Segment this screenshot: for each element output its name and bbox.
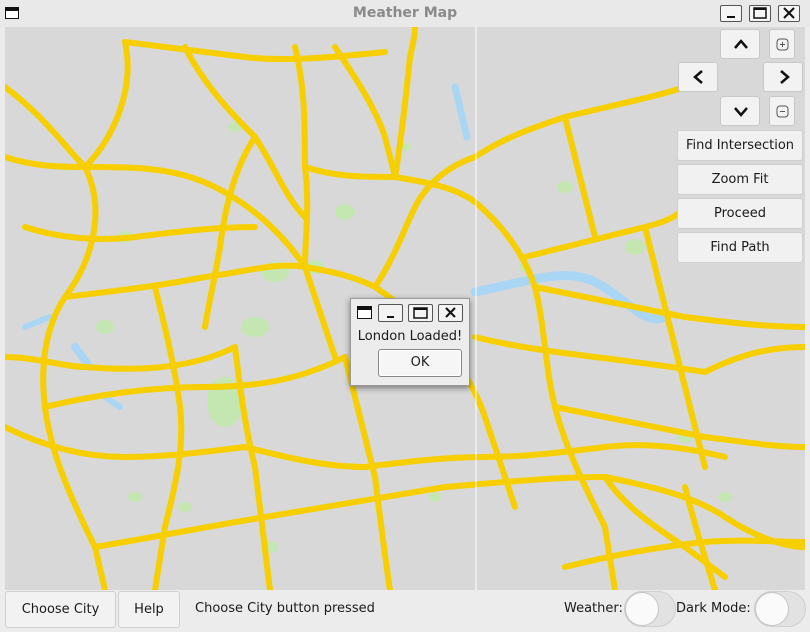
help-button[interactable]: Help (118, 591, 180, 628)
close-icon (445, 307, 456, 318)
find-path-button[interactable]: Find Path (677, 232, 803, 263)
chevron-down-icon (734, 107, 748, 117)
zoom-in-button[interactable] (769, 29, 795, 59)
pan-down-button[interactable] (720, 96, 760, 126)
pan-up-button[interactable] (720, 29, 760, 59)
dark-mode-label: Dark Mode: (676, 601, 751, 616)
maximize-icon (413, 307, 428, 319)
zoom-fit-button[interactable]: Zoom Fit (677, 164, 803, 195)
pan-left-button[interactable] (678, 62, 718, 92)
dialog-message: London Loaded! (357, 329, 463, 344)
pan-right-button[interactable] (763, 62, 803, 92)
dialog-maximize-button[interactable] (408, 304, 433, 322)
status-message: Choose City button pressed (195, 601, 375, 616)
maximize-button[interactable] (749, 5, 771, 22)
window-title: Meather Map (352, 5, 458, 21)
weather-toggle-knob (625, 592, 659, 626)
chevron-left-icon (693, 70, 703, 84)
proceed-button[interactable]: Proceed (677, 198, 803, 229)
close-icon (783, 7, 795, 19)
zoom-out-icon (776, 105, 789, 118)
minimize-button[interactable] (720, 5, 742, 22)
status-bar: Choose City Help Choose City button pres… (0, 590, 810, 632)
title-bar: Meather Map (0, 0, 810, 27)
zoom-out-button[interactable] (769, 96, 795, 126)
dialog-menu-icon[interactable] (357, 306, 372, 319)
close-button[interactable] (778, 5, 800, 22)
zoom-in-icon (776, 38, 789, 51)
choose-city-button[interactable]: Choose City (5, 591, 116, 628)
ok-button[interactable]: OK (378, 349, 462, 377)
dark-mode-toggle[interactable] (754, 591, 806, 627)
dark-mode-toggle-knob (755, 592, 789, 626)
chevron-up-icon (734, 39, 748, 49)
loaded-dialog: London Loaded! OK (350, 298, 470, 386)
dialog-minimize-button[interactable] (378, 304, 403, 322)
dialog-close-button[interactable] (438, 304, 463, 322)
minimize-icon (727, 16, 735, 18)
maximize-icon (753, 7, 767, 19)
find-intersection-button[interactable]: Find Intersection (677, 130, 803, 161)
minimize-icon (387, 316, 394, 318)
weather-label: Weather: (564, 601, 623, 616)
weather-toggle[interactable] (624, 591, 676, 627)
chevron-right-icon (780, 70, 790, 84)
